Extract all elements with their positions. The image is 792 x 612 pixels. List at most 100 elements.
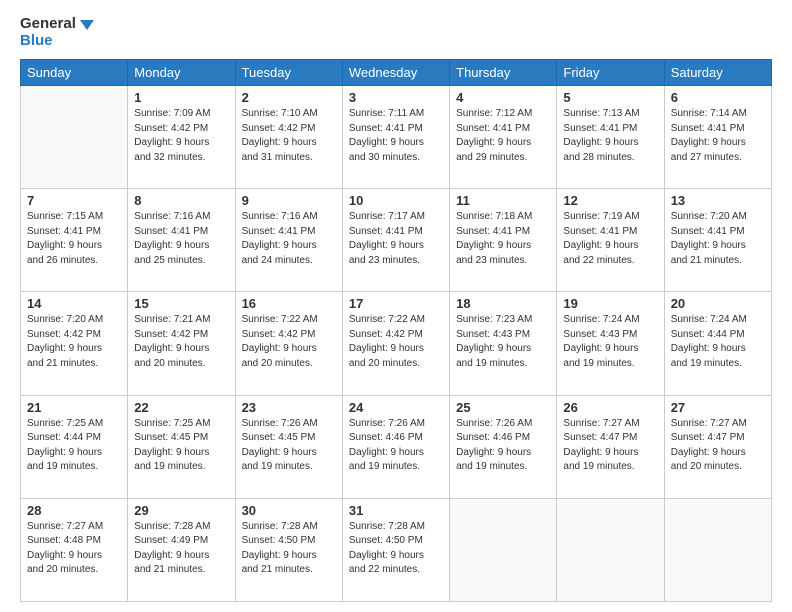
day-cell: 5 Sunrise: 7:13 AM Sunset: 4:41 PM Daylig…: [557, 86, 664, 189]
week-row-4: 21 Sunrise: 7:25 AM Sunset: 4:44 PM Dayli…: [21, 395, 772, 498]
day-number: 15: [134, 296, 228, 311]
day-number: 21: [27, 400, 121, 415]
day-number: 30: [242, 503, 336, 518]
week-row-3: 14Sunrise: 7:20 AM Sunset: 4:42 PM Dayli…: [21, 292, 772, 395]
day-cell: 16Sunrise: 7:22 AM Sunset: 4:42 PM Dayli…: [235, 292, 342, 395]
page: General Blue SundayMondayTuesdayWednesda…: [0, 0, 792, 612]
day-cell: 6 Sunrise: 7:14 AM Sunset: 4:41 PM Daylig…: [664, 86, 771, 189]
day-cell: 31 Sunrise: 7:28 AM Sunset: 4:50 PM Dayli…: [342, 498, 449, 601]
day-number: 7: [27, 193, 121, 208]
day-info: Sunrise: 7:14 AM Sunset: 4:41 PM Dayligh…: [671, 107, 765, 165]
day-number: 3: [349, 90, 443, 105]
day-cell: 17Sunrise: 7:22 AM Sunset: 4:42 PM Dayli…: [342, 292, 449, 395]
day-cell: 3 Sunrise: 7:11 AM Sunset: 4:41 PM Daylig…: [342, 86, 449, 189]
day-cell: 15 Sunrise: 7:21 AM Sunset: 4:42 PM Dayli…: [128, 292, 235, 395]
day-info: Sunrise: 7:16 AM Sunset: 4:41 PM Dayligh…: [134, 210, 228, 268]
column-header-monday: Monday: [128, 60, 235, 86]
day-info: Sunrise: 7:24 AM Sunset: 4:43 PM Dayligh…: [563, 313, 657, 371]
column-header-saturday: Saturday: [664, 60, 771, 86]
day-cell: 27 Sunrise: 7:27 AM Sunset: 4:47 PM Dayli…: [664, 395, 771, 498]
day-info: Sunrise: 7:12 AM Sunset: 4:41 PM Dayligh…: [456, 107, 550, 165]
day-cell: [450, 498, 557, 601]
day-cell: 7 Sunrise: 7:15 AM Sunset: 4:41 PM Daylig…: [21, 189, 128, 292]
day-number: 27: [671, 400, 765, 415]
day-info: Sunrise: 7:24 AM Sunset: 4:44 PM Dayligh…: [671, 313, 765, 371]
day-cell: 30Sunrise: 7:28 AM Sunset: 4:50 PM Dayli…: [235, 498, 342, 601]
day-cell: 10 Sunrise: 7:17 AM Sunset: 4:41 PM Dayli…: [342, 189, 449, 292]
header-row: SundayMondayTuesdayWednesdayThursdayFrid…: [21, 60, 772, 86]
day-info: Sunrise: 7:21 AM Sunset: 4:42 PM Dayligh…: [134, 313, 228, 371]
day-cell: 2 Sunrise: 7:10 AM Sunset: 4:42 PM Daylig…: [235, 86, 342, 189]
day-number: 10: [349, 193, 443, 208]
day-cell: 24 Sunrise: 7:26 AM Sunset: 4:46 PM Dayli…: [342, 395, 449, 498]
day-number: 20: [671, 296, 765, 311]
day-cell: 23 Sunrise: 7:26 AM Sunset: 4:45 PM Dayli…: [235, 395, 342, 498]
day-info: Sunrise: 7:11 AM Sunset: 4:41 PM Dayligh…: [349, 107, 443, 165]
day-number: 28: [27, 503, 121, 518]
day-number: 26: [563, 400, 657, 415]
day-info: Sunrise: 7:26 AM Sunset: 4:45 PM Dayligh…: [242, 417, 336, 475]
day-number: 11: [456, 193, 550, 208]
day-number: 16: [242, 296, 336, 311]
day-info: Sunrise: 7:20 AM Sunset: 4:42 PM Dayligh…: [27, 313, 121, 371]
day-number: 1: [134, 90, 228, 105]
column-header-sunday: Sunday: [21, 60, 128, 86]
day-info: Sunrise: 7:28 AM Sunset: 4:49 PM Dayligh…: [134, 520, 228, 578]
day-info: Sunrise: 7:27 AM Sunset: 4:47 PM Dayligh…: [671, 417, 765, 475]
day-info: Sunrise: 7:10 AM Sunset: 4:42 PM Dayligh…: [242, 107, 336, 165]
day-number: 4: [456, 90, 550, 105]
day-number: 24: [349, 400, 443, 415]
day-number: 5: [563, 90, 657, 105]
day-info: Sunrise: 7:25 AM Sunset: 4:45 PM Dayligh…: [134, 417, 228, 475]
day-info: Sunrise: 7:09 AM Sunset: 4:42 PM Dayligh…: [134, 107, 228, 165]
day-info: Sunrise: 7:26 AM Sunset: 4:46 PM Dayligh…: [456, 417, 550, 475]
day-info: Sunrise: 7:26 AM Sunset: 4:46 PM Dayligh…: [349, 417, 443, 475]
day-number: 19: [563, 296, 657, 311]
week-row-5: 28Sunrise: 7:27 AM Sunset: 4:48 PM Dayli…: [21, 498, 772, 601]
day-cell: 28Sunrise: 7:27 AM Sunset: 4:48 PM Dayli…: [21, 498, 128, 601]
day-cell: 13Sunrise: 7:20 AM Sunset: 4:41 PM Dayli…: [664, 189, 771, 292]
day-info: Sunrise: 7:18 AM Sunset: 4:41 PM Dayligh…: [456, 210, 550, 268]
day-cell: 8 Sunrise: 7:16 AM Sunset: 4:41 PM Daylig…: [128, 189, 235, 292]
day-cell: 20 Sunrise: 7:24 AM Sunset: 4:44 PM Dayli…: [664, 292, 771, 395]
day-cell: 21 Sunrise: 7:25 AM Sunset: 4:44 PM Dayli…: [21, 395, 128, 498]
day-info: Sunrise: 7:25 AM Sunset: 4:44 PM Dayligh…: [27, 417, 121, 475]
day-number: 29: [134, 503, 228, 518]
day-info: Sunrise: 7:15 AM Sunset: 4:41 PM Dayligh…: [27, 210, 121, 268]
day-info: Sunrise: 7:13 AM Sunset: 4:41 PM Dayligh…: [563, 107, 657, 165]
day-info: Sunrise: 7:27 AM Sunset: 4:47 PM Dayligh…: [563, 417, 657, 475]
header: General Blue: [20, 16, 772, 49]
logo: General Blue: [20, 16, 96, 49]
day-cell: 9 Sunrise: 7:16 AM Sunset: 4:41 PM Daylig…: [235, 189, 342, 292]
column-header-thursday: Thursday: [450, 60, 557, 86]
day-number: 6: [671, 90, 765, 105]
column-header-friday: Friday: [557, 60, 664, 86]
day-info: Sunrise: 7:17 AM Sunset: 4:41 PM Dayligh…: [349, 210, 443, 268]
day-info: Sunrise: 7:23 AM Sunset: 4:43 PM Dayligh…: [456, 313, 550, 371]
week-row-1: 1 Sunrise: 7:09 AM Sunset: 4:42 PM Daylig…: [21, 86, 772, 189]
day-cell: [557, 498, 664, 601]
day-number: 8: [134, 193, 228, 208]
day-info: Sunrise: 7:16 AM Sunset: 4:41 PM Dayligh…: [242, 210, 336, 268]
logo-mark: General Blue: [20, 16, 96, 49]
day-cell: 19 Sunrise: 7:24 AM Sunset: 4:43 PM Dayli…: [557, 292, 664, 395]
day-number: 25: [456, 400, 550, 415]
day-cell: [664, 498, 771, 601]
day-cell: 12Sunrise: 7:19 AM Sunset: 4:41 PM Dayli…: [557, 189, 664, 292]
day-cell: 14Sunrise: 7:20 AM Sunset: 4:42 PM Dayli…: [21, 292, 128, 395]
day-number: 18: [456, 296, 550, 311]
day-cell: [21, 86, 128, 189]
day-number: 2: [242, 90, 336, 105]
day-number: 23: [242, 400, 336, 415]
day-info: Sunrise: 7:28 AM Sunset: 4:50 PM Dayligh…: [349, 520, 443, 578]
day-number: 9: [242, 193, 336, 208]
logo-text-blue: Blue: [20, 33, 76, 50]
week-row-2: 7 Sunrise: 7:15 AM Sunset: 4:41 PM Daylig…: [21, 189, 772, 292]
day-number: 31: [349, 503, 443, 518]
day-cell: 22Sunrise: 7:25 AM Sunset: 4:45 PM Dayli…: [128, 395, 235, 498]
day-number: 17: [349, 296, 443, 311]
logo-arrow-icon: [78, 16, 96, 34]
day-cell: 1 Sunrise: 7:09 AM Sunset: 4:42 PM Daylig…: [128, 86, 235, 189]
column-header-tuesday: Tuesday: [235, 60, 342, 86]
day-cell: 18 Sunrise: 7:23 AM Sunset: 4:43 PM Dayli…: [450, 292, 557, 395]
